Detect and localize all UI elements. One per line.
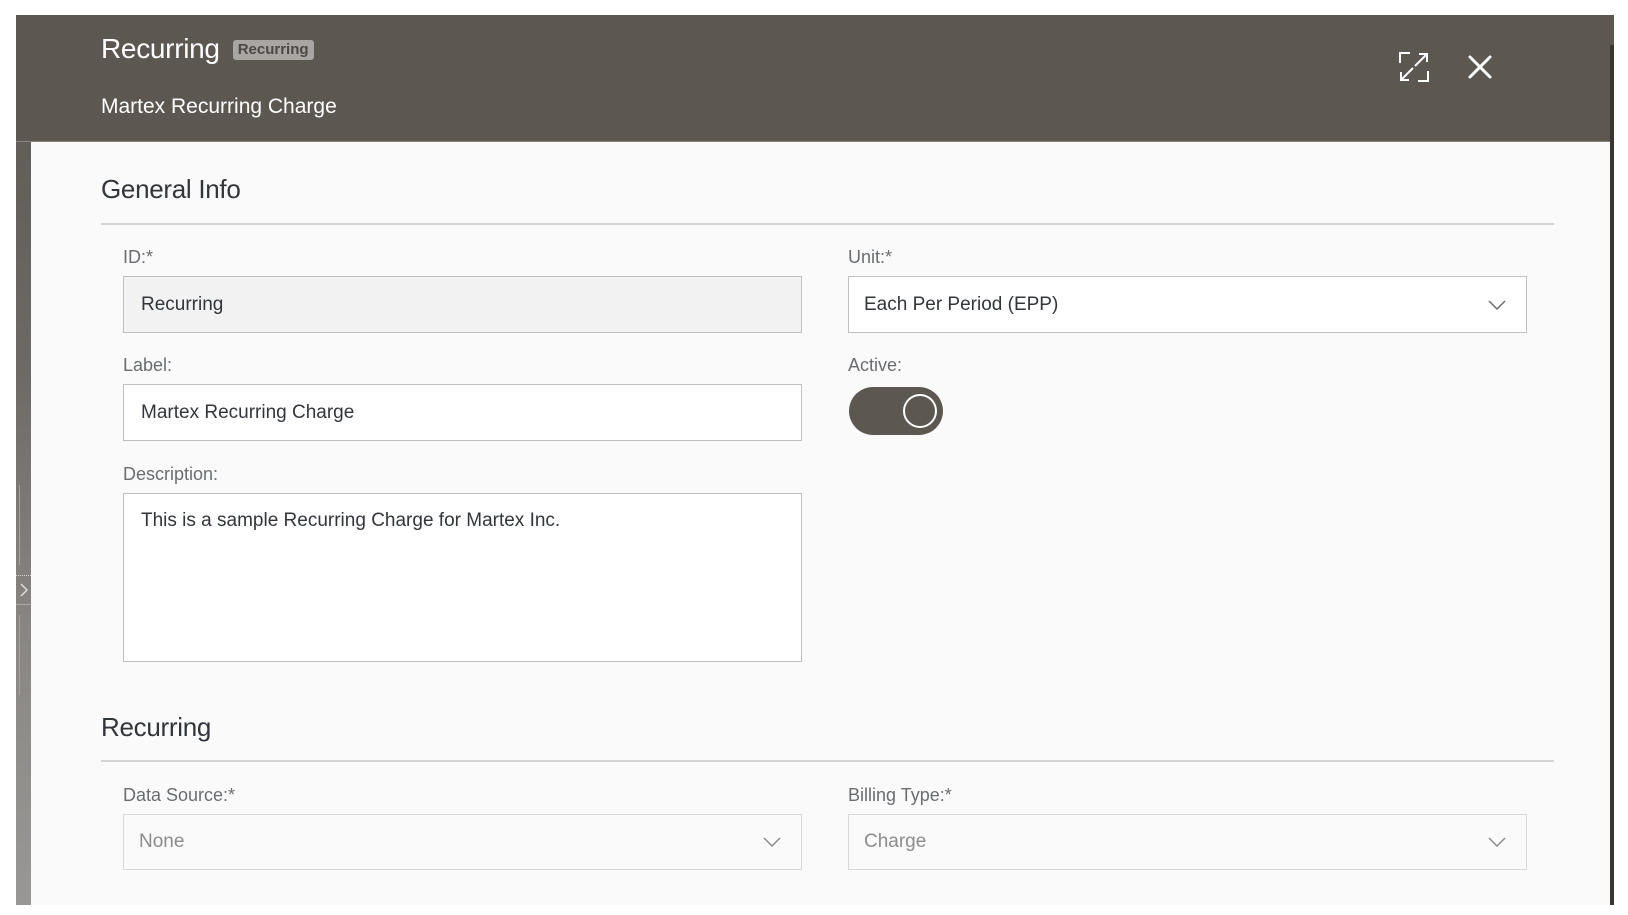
section-divider xyxy=(101,760,1554,762)
type-badge: Recurring xyxy=(232,40,314,60)
id-value: Recurring xyxy=(141,293,224,315)
title-row: Recurring Recurring xyxy=(101,33,314,65)
page-title: Recurring xyxy=(101,33,220,64)
toggle-knob xyxy=(903,394,937,428)
data-source-value: None xyxy=(139,831,185,852)
label-input[interactable]: Martex Recurring Charge xyxy=(123,384,802,441)
detail-panel: Recurring Recurring Martex Recurring Cha… xyxy=(16,15,1614,905)
side-collapse-strip xyxy=(16,15,31,905)
chevron-down-icon xyxy=(1488,837,1506,847)
label-value: Martex Recurring Charge xyxy=(141,401,355,423)
billing-type-select[interactable]: Charge xyxy=(848,814,1527,870)
expand-icon xyxy=(1399,52,1429,82)
data-source-label: Data Source:* xyxy=(123,785,236,805)
chevron-right-icon xyxy=(20,583,28,597)
label-field-label: Label: xyxy=(123,355,173,375)
section-title-general-info: General Info xyxy=(101,174,241,204)
description-label: Description: xyxy=(123,464,219,484)
strip-divider xyxy=(19,615,20,695)
billing-type-value: Charge xyxy=(864,831,927,852)
id-label: ID:* xyxy=(123,247,154,267)
close-button[interactable] xyxy=(1460,47,1500,87)
panel-right-border xyxy=(1610,45,1614,905)
sidebar-toggle-button[interactable] xyxy=(16,575,31,605)
section-title-recurring: Recurring xyxy=(101,712,212,742)
panel-header: Recurring Recurring Martex Recurring Cha… xyxy=(16,15,1614,142)
page-subtitle: Martex Recurring Charge xyxy=(101,95,337,118)
close-icon xyxy=(1468,55,1492,79)
description-value: This is a sample Recurring Charge for Ma… xyxy=(141,510,561,531)
strip-divider xyxy=(19,485,20,565)
data-source-select[interactable]: None xyxy=(123,814,802,870)
unit-label: Unit:* xyxy=(848,247,893,267)
chevron-down-icon xyxy=(1488,299,1506,310)
active-label: Active: xyxy=(848,355,903,375)
unit-value: Each Per Period (EPP) xyxy=(864,293,1059,315)
section-divider xyxy=(101,223,1554,225)
unit-select[interactable]: Each Per Period (EPP) xyxy=(848,276,1527,333)
chevron-down-icon xyxy=(763,837,781,847)
panel-content: General Info ID:* Recurring Unit:* Each … xyxy=(31,142,1610,905)
description-textarea[interactable]: This is a sample Recurring Charge for Ma… xyxy=(123,493,802,662)
billing-type-label: Billing Type:* xyxy=(848,785,952,805)
active-toggle[interactable] xyxy=(849,387,943,435)
expand-button[interactable] xyxy=(1394,47,1434,87)
id-field[interactable]: Recurring xyxy=(123,276,802,333)
